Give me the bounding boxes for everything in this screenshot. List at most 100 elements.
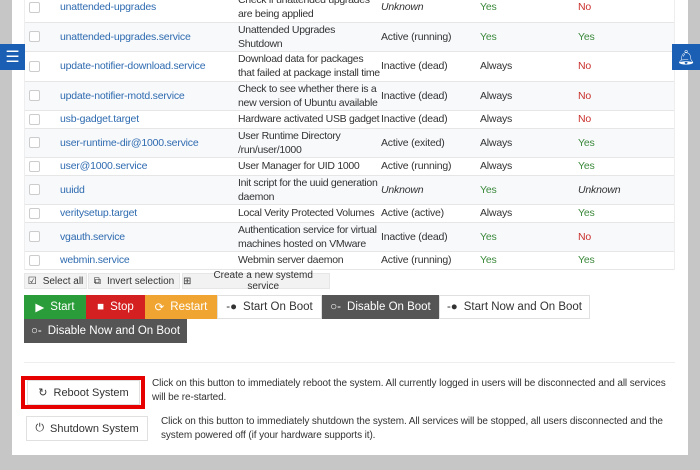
service-name-link[interactable]: webmin.service (60, 253, 130, 267)
service-name-link[interactable]: user@1000.service (60, 159, 147, 173)
table-row: vgauth.service Authentication service fo… (25, 222, 674, 252)
table-row: update-notifier-download.service Downloa… (25, 52, 674, 82)
service-description: User Manager for UID 1000 (238, 160, 360, 173)
service-status: Inactive (dead) (381, 60, 448, 73)
service-description: Check if unattended upgrades are being a… (238, 0, 370, 21)
service-name-link[interactable]: user-runtime-dir@1000.service (60, 136, 199, 150)
service-running: Yes (578, 207, 595, 220)
select-all-button[interactable]: ☑ Select all (24, 273, 87, 289)
menu-toggle-button[interactable]: ☰ (0, 44, 25, 70)
service-status: Active (exited) (381, 136, 445, 149)
table-row: uuidd Init script for the uuid generatio… (25, 175, 674, 205)
invert-icon: ⧉ (93, 275, 101, 287)
service-running: No (578, 89, 592, 102)
table-row: unattended-upgrades Check if unattended … (25, 0, 674, 23)
play-icon: ▶ (35, 302, 45, 314)
service-running: No (578, 230, 592, 243)
service-boot: Yes (480, 30, 497, 43)
divider (24, 362, 675, 363)
table-row: update-notifier-motd.service Check to se… (25, 81, 674, 111)
toggle-on-icon: -● (446, 301, 458, 313)
service-status: Active (active) (381, 207, 444, 220)
service-running: Yes (578, 30, 595, 43)
service-description: Local Verity Protected Volumes (238, 207, 375, 220)
service-name-link[interactable]: update-notifier-motd.service (60, 89, 185, 103)
shutdown-system-button[interactable]: ⏻ Shutdown System (26, 416, 148, 441)
row-checkbox[interactable] (29, 113, 40, 125)
toggle-on-icon: -● (226, 301, 238, 313)
service-name-link[interactable]: unattended-upgrades (60, 0, 156, 14)
service-status: Active (running) (381, 30, 452, 43)
shutdown-description: Click on this button to immediately shut… (161, 416, 663, 441)
row-checkbox[interactable] (29, 60, 40, 72)
service-name-link[interactable]: uuidd (60, 183, 85, 197)
service-running: Yes (578, 136, 595, 149)
service-running: No (578, 60, 592, 73)
refresh-icon: ⟳ (154, 302, 165, 314)
service-boot: Always (480, 89, 513, 102)
service-status: Unknown (381, 183, 424, 196)
service-name-link[interactable]: veritysetup.target (60, 206, 137, 220)
row-checkbox[interactable] (29, 184, 40, 196)
service-description: Check to see whether there is a new vers… (238, 82, 378, 109)
start-now-and-on-boot-button[interactable]: -● Start Now and On Boot (439, 295, 590, 319)
table-row: user@1000.service User Manager for UID 1… (25, 158, 674, 176)
service-running: No (578, 113, 592, 126)
row-checkbox[interactable] (29, 207, 40, 219)
services-table: unattended-upgrades Check if unattended … (24, 0, 675, 270)
row-checkbox[interactable] (29, 231, 40, 243)
service-name-link[interactable]: usb-gadget.target (60, 112, 139, 126)
service-name-link[interactable]: update-notifier-download.service (60, 59, 206, 73)
service-running: Yes (578, 254, 595, 267)
notifications-button[interactable]: 🔔︎ (672, 44, 700, 70)
hamburger-icon: ☰ (5, 49, 20, 66)
service-boot: Always (480, 113, 513, 126)
table-row: user-runtime-dir@1000.service User Runti… (25, 128, 674, 158)
reboot-system-button[interactable]: ↻ Reboot System (27, 380, 140, 405)
plus-square-icon: ⊞ (183, 275, 192, 287)
start-button[interactable]: ▶ Start (24, 295, 86, 319)
service-status: Inactive (dead) (381, 113, 448, 126)
service-status: Unknown (381, 1, 424, 14)
invert-selection-button[interactable]: ⧉ Invert selection (88, 273, 180, 289)
bell-icon: 🔔︎ (677, 48, 695, 65)
service-boot: Always (480, 207, 513, 220)
restart-button[interactable]: ⟳ Restart (145, 295, 217, 319)
disable-now-and-on-boot-button[interactable]: ○- Disable Now and On Boot (24, 319, 187, 343)
row-checkbox[interactable] (29, 1, 40, 13)
service-description: Unattended Upgrades Shutdown (238, 23, 336, 50)
service-boot: Yes (480, 254, 497, 267)
service-status: Inactive (dead) (381, 89, 448, 102)
service-boot: Yes (480, 230, 497, 243)
toggle-off-icon: ○- (30, 325, 42, 337)
service-description: Webmin server daemon (238, 254, 344, 267)
table-row: veritysetup.target Local Verity Protecte… (25, 205, 674, 223)
toggle-off-icon: ○- (330, 301, 342, 313)
service-running: No (578, 1, 592, 14)
reboot-description: Click on this button to immediately rebo… (152, 378, 666, 403)
disable-on-boot-button[interactable]: ○- Disable On Boot (322, 295, 439, 319)
row-checkbox[interactable] (29, 90, 40, 102)
row-checkbox[interactable] (29, 137, 40, 149)
service-boot: Always (480, 160, 513, 173)
service-description: Download data for packages that failed a… (238, 53, 380, 80)
power-icon: ⏻ (35, 422, 45, 434)
row-checkbox[interactable] (29, 160, 40, 172)
checkbox-icon: ☑ (27, 275, 37, 287)
service-description: User Runtime Directory /run/user/1000 (238, 129, 341, 156)
create-service-button[interactable]: ⊞ Create a new systemd service (182, 270, 330, 292)
start-on-boot-button[interactable]: -● Start On Boot (217, 295, 322, 319)
stop-button[interactable]: ■ Stop (86, 295, 145, 319)
service-boot: Yes (480, 1, 497, 14)
service-description: Hardware activated USB gadget (238, 113, 380, 126)
table-row: usb-gadget.target Hardware activated USB… (25, 111, 674, 129)
service-name-link[interactable]: vgauth.service (60, 230, 125, 244)
service-status: Inactive (dead) (381, 230, 448, 243)
table-row: webmin.service Webmin server daemon Acti… (25, 252, 674, 270)
service-boot: Always (480, 136, 513, 149)
service-name-link[interactable]: unattended-upgrades.service (60, 30, 191, 44)
service-running: Unknown (578, 183, 621, 196)
service-boot: Yes (480, 183, 497, 196)
row-checkbox[interactable] (29, 254, 40, 266)
row-checkbox[interactable] (29, 31, 40, 43)
